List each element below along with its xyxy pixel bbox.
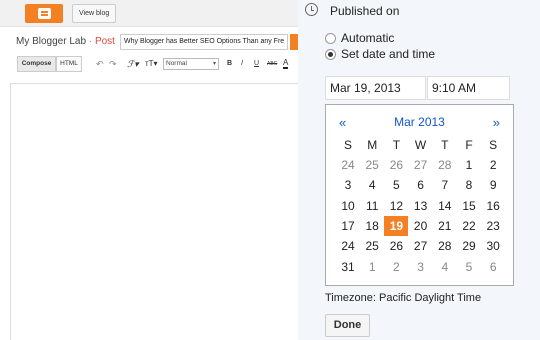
calendar-day[interactable]: 16 <box>481 196 505 216</box>
post-label: Post <box>94 36 115 47</box>
calendar-day[interactable]: 27 <box>409 155 433 175</box>
calendar-day[interactable]: 13 <box>409 196 433 216</box>
view-blog-button[interactable]: View blog <box>72 4 117 23</box>
weekday-header: T <box>441 138 449 152</box>
calendar-day[interactable]: 15 <box>457 196 481 216</box>
time-input[interactable]: 9:10 AM <box>427 76 510 100</box>
calendar-day[interactable]: 14 <box>433 196 457 216</box>
underline-button[interactable]: U <box>254 58 259 70</box>
date-picker: « Mar 2013 » S M T W T F S 24 25 26 27 28 1 2 3 4 5 6 7 8 9 1… <box>325 104 514 286</box>
calendar-day[interactable]: 25 <box>360 236 384 256</box>
calendar-day[interactable]: 8 <box>457 175 481 195</box>
option-automatic[interactable]: Automatic <box>325 31 394 45</box>
option-set-date-time-label: Set date and time <box>341 47 436 61</box>
calendar-day[interactable]: 26 <box>384 236 408 256</box>
weekday-header: S <box>343 138 352 152</box>
calendar-day[interactable]: 21 <box>433 216 457 236</box>
calendar-day[interactable]: 22 <box>457 216 481 236</box>
font-size-icon[interactable]: ᴛT▾ <box>145 58 158 70</box>
calendar-day[interactable]: 28 <box>433 236 457 256</box>
calendar-day[interactable]: 4 <box>360 175 384 195</box>
calendar-day[interactable]: 6 <box>409 175 433 195</box>
publish-button[interactable] <box>290 34 298 50</box>
calendar-day[interactable]: 5 <box>384 175 408 195</box>
top-bar: View blog <box>0 0 298 27</box>
weekday-header: T <box>392 138 401 152</box>
calendar-month-label: Mar 2013 <box>394 115 445 129</box>
radio-automatic[interactable] <box>325 32 336 44</box>
format-value: Normal <box>166 60 187 67</box>
calendar-day[interactable]: 6 <box>481 257 505 277</box>
blogger-logo-button[interactable] <box>25 4 63 23</box>
redo-icon[interactable]: ↷ <box>109 58 117 70</box>
blog-breadcrumb: My Blogger Lab · Post <box>16 36 115 47</box>
calendar-day[interactable]: 2 <box>384 257 408 277</box>
calendar-day[interactable]: 1 <box>360 257 384 277</box>
calendar-day[interactable]: 26 <box>384 155 408 175</box>
undo-icon[interactable]: ↶ <box>96 58 104 70</box>
clock-icon <box>305 3 318 16</box>
weekday-header: F <box>465 138 473 152</box>
option-set-date-time[interactable]: Set date and time <box>325 47 435 61</box>
post-title-input[interactable]: Why Blogger has Better SEO Options Than … <box>120 34 288 50</box>
calendar-day[interactable]: 28 <box>433 155 457 175</box>
calendar-day[interactable]: 30 <box>481 236 505 256</box>
calendar-day[interactable]: 24 <box>336 236 360 256</box>
calendar-day[interactable]: 27 <box>409 236 433 256</box>
editor-toolbar: Compose HTML ↶ ↷ ℱ▾ ᴛT▾ Normal ▾ B I U AB… <box>0 55 298 75</box>
calendar-day[interactable]: 12 <box>384 196 408 216</box>
radio-set-date-time[interactable] <box>325 48 336 60</box>
next-month-button[interactable]: » <box>493 115 500 130</box>
blogger-logo-icon <box>37 8 51 19</box>
weekday-header: M <box>367 138 378 152</box>
calendar-day[interactable]: 23 <box>481 216 505 236</box>
font-icon[interactable]: ℱ▾ <box>127 58 139 70</box>
calendar-day[interactable]: 24 <box>336 155 360 175</box>
date-input[interactable]: Mar 19, 2013 <box>325 76 426 100</box>
calendar-day[interactable]: 10 <box>336 196 360 216</box>
calendar-day[interactable]: 25 <box>360 155 384 175</box>
calendar-day[interactable]: 18 <box>360 216 384 236</box>
calendar-day[interactable]: 3 <box>409 257 433 277</box>
calendar-day-selected[interactable]: 19 <box>384 215 409 236</box>
calendar-day[interactable]: 17 <box>336 216 360 236</box>
calendar-day[interactable]: 1 <box>457 155 481 175</box>
italic-button[interactable]: I <box>241 58 243 70</box>
schedule-panel: Published on Automatic Set date and time… <box>298 0 540 340</box>
calendar-day[interactable]: 29 <box>457 236 481 256</box>
format-select[interactable]: Normal ▾ <box>163 58 219 70</box>
done-button[interactable]: Done <box>325 314 370 337</box>
post-header: My Blogger Lab · Post Why Blogger has Be… <box>0 27 298 54</box>
calendar-day[interactable]: 3 <box>336 175 360 195</box>
tab-compose[interactable]: Compose <box>17 56 56 72</box>
calendar-day[interactable]: 9 <box>481 175 505 195</box>
panel-heading: Published on <box>330 4 400 18</box>
weekday-header: W <box>414 138 427 152</box>
tab-html[interactable]: HTML <box>56 56 82 72</box>
calendar-day[interactable]: 4 <box>433 257 457 277</box>
breadcrumb-separator: · <box>86 36 95 47</box>
calendar-day[interactable]: 20 <box>409 216 433 236</box>
calendar-day[interactable]: 31 <box>336 257 360 277</box>
post-body-editor[interactable] <box>10 83 298 340</box>
calendar-day[interactable]: 7 <box>433 175 457 195</box>
strikethrough-button[interactable]: ABC <box>267 58 277 70</box>
bold-button[interactable]: B <box>227 58 232 70</box>
calendar-day[interactable]: 5 <box>457 257 481 277</box>
calendar-day[interactable]: 11 <box>360 196 384 216</box>
blog-name[interactable]: My Blogger Lab <box>16 36 86 47</box>
text-color-button[interactable]: A <box>283 58 289 69</box>
calendar-day[interactable]: 2 <box>481 155 505 175</box>
timezone-label: Timezone: Pacific Daylight Time <box>325 292 482 304</box>
option-automatic-label: Automatic <box>341 31 395 45</box>
chevron-down-icon: ▾ <box>212 61 216 67</box>
weekday-header: S <box>489 138 498 152</box>
